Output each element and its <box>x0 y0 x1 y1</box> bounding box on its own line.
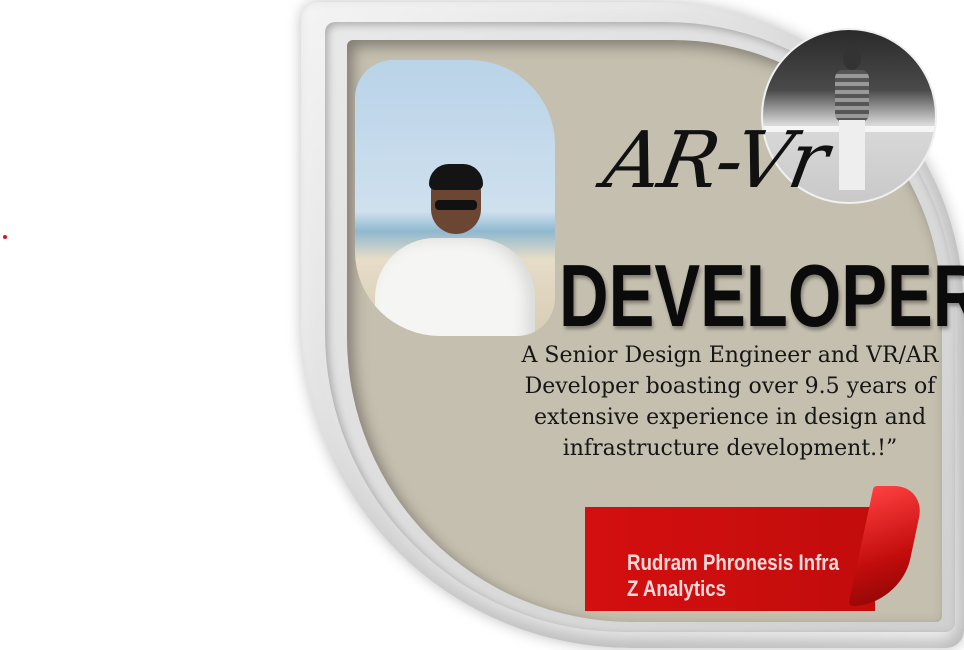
photo-person-sunglasses <box>435 200 477 210</box>
profile-photo-main <box>355 60 555 336</box>
headline: DEVELOPER <box>559 246 964 345</box>
red-dot-marker <box>3 235 7 239</box>
photo-person-body <box>375 238 535 336</box>
company-name: Rudram Phronesis Infra Z Analytics <box>627 550 839 601</box>
avatar-person-torso <box>835 70 869 122</box>
poster-card: AR-Vr DEVELOPER A Senior Design Engineer… <box>301 0 964 650</box>
avatar-person-head <box>843 46 861 70</box>
script-title: AR-Vr <box>597 116 833 206</box>
tagline: A Senior Design Engineer and VR/AR Devel… <box>521 343 939 461</box>
photo-person-hair <box>429 164 483 190</box>
